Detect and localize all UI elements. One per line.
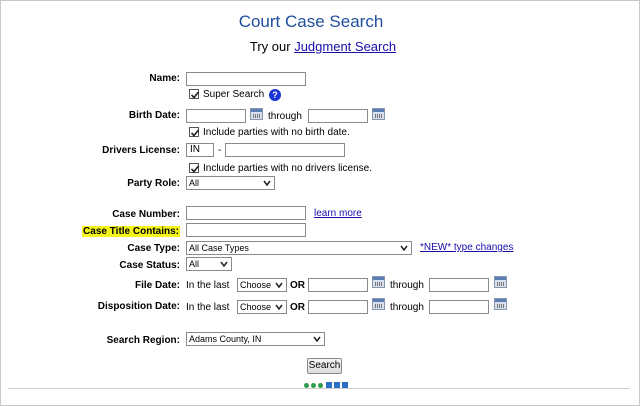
file-date-label: File Date: bbox=[134, 280, 180, 291]
dl-dash: - bbox=[218, 145, 222, 156]
chevron-down-icon bbox=[275, 304, 283, 311]
file-date-to-input[interactable] bbox=[429, 278, 489, 292]
calendar-icon[interactable] bbox=[494, 298, 507, 310]
footer-dot bbox=[304, 383, 309, 388]
dl-state-input[interactable]: IN bbox=[186, 143, 214, 157]
file-date-in-last: In the last bbox=[186, 280, 230, 291]
no-dl-checkbox[interactable] bbox=[189, 163, 200, 173]
case-status-select[interactable]: All bbox=[186, 257, 232, 271]
dl-number-input[interactable] bbox=[225, 143, 345, 157]
case-title-label: Case Title Contains: bbox=[82, 226, 180, 237]
footer-square bbox=[326, 382, 332, 388]
footer-square bbox=[342, 382, 348, 388]
disposition-from-input[interactable] bbox=[308, 300, 368, 314]
case-status-label: Case Status: bbox=[119, 260, 180, 271]
chevron-down-icon bbox=[263, 180, 271, 187]
check-icon bbox=[190, 165, 200, 173]
chevron-down-icon bbox=[220, 261, 228, 268]
judgment-search-link[interactable]: Judgment Search bbox=[294, 39, 396, 54]
new-type-changes-link[interactable]: *NEW* type changes bbox=[420, 242, 513, 253]
calendar-icon[interactable] bbox=[494, 276, 507, 288]
footer-dot bbox=[318, 383, 323, 388]
disposition-choose-select[interactable]: Choose bbox=[237, 300, 287, 314]
file-date-from-input[interactable] bbox=[308, 278, 368, 292]
check-icon bbox=[190, 91, 200, 99]
birth-date-from-input[interactable] bbox=[186, 109, 246, 123]
learn-more-link[interactable]: learn more bbox=[314, 208, 362, 219]
subtitle-prefix: Try our bbox=[249, 39, 291, 54]
subtitle: Try our Judgment Search bbox=[0, 39, 640, 54]
no-birth-date-label: Include parties with no birth date. bbox=[203, 127, 350, 138]
through-label: through bbox=[268, 111, 302, 122]
party-role-select[interactable]: All bbox=[186, 176, 275, 190]
chevron-down-icon bbox=[275, 282, 283, 289]
disposition-in-last: In the last bbox=[186, 302, 230, 313]
calendar-icon[interactable] bbox=[250, 108, 263, 120]
super-search-checkbox[interactable] bbox=[189, 89, 200, 99]
case-type-label: Case Type: bbox=[127, 243, 180, 254]
birth-date-to-input[interactable] bbox=[308, 109, 368, 123]
footer-divider bbox=[8, 388, 630, 389]
name-label: Name: bbox=[149, 73, 180, 84]
file-date-choose-select[interactable]: Choose bbox=[237, 278, 287, 292]
file-date-or: OR bbox=[290, 280, 305, 291]
file-date-through: through bbox=[390, 280, 424, 291]
calendar-icon[interactable] bbox=[372, 276, 385, 288]
check-icon bbox=[190, 129, 200, 137]
search-region-select[interactable]: Adams County, IN bbox=[186, 332, 325, 346]
name-input[interactable] bbox=[186, 72, 306, 86]
disposition-date-label: Disposition Date: bbox=[97, 301, 180, 312]
case-number-label: Case Number: bbox=[112, 209, 180, 220]
birth-date-label: Birth Date: bbox=[128, 110, 180, 121]
search-button[interactable]: Search bbox=[307, 358, 342, 374]
chevron-down-icon bbox=[313, 336, 321, 343]
drivers-license-label: Drivers License: bbox=[102, 145, 180, 156]
search-region-label: Search Region: bbox=[106, 335, 180, 346]
footer-dot bbox=[311, 383, 316, 388]
help-icon[interactable]: ? bbox=[269, 89, 281, 101]
disposition-to-input[interactable] bbox=[429, 300, 489, 314]
super-search-label: Super Search bbox=[203, 89, 265, 100]
case-type-select[interactable]: All Case Types bbox=[186, 241, 412, 255]
calendar-icon[interactable] bbox=[372, 298, 385, 310]
party-role-label: Party Role: bbox=[127, 178, 180, 189]
page-title: Court Case Search bbox=[238, 12, 384, 31]
disposition-or: OR bbox=[290, 302, 305, 313]
chevron-down-icon bbox=[400, 245, 408, 252]
footer-square bbox=[334, 382, 340, 388]
calendar-icon[interactable] bbox=[372, 108, 385, 120]
disposition-through: through bbox=[390, 302, 424, 313]
no-birth-date-checkbox[interactable] bbox=[189, 127, 200, 137]
no-dl-label: Include parties with no drivers license. bbox=[203, 163, 372, 174]
case-title-input[interactable] bbox=[186, 223, 306, 237]
case-number-input[interactable] bbox=[186, 206, 306, 220]
